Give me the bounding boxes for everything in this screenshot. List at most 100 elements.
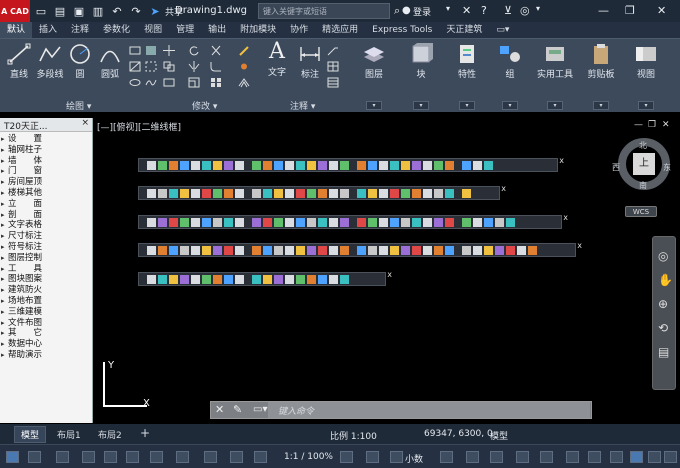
toolbar-tool-icon[interactable] (329, 160, 338, 170)
transparency-icon[interactable] (254, 451, 267, 463)
steering-wheel-icon[interactable]: ◎ (658, 249, 668, 263)
toolbar-tool-icon[interactable] (274, 188, 283, 198)
toolbar-tool-icon[interactable] (445, 160, 454, 170)
table-grid-icon[interactable] (327, 77, 339, 88)
text-button[interactable]: A 文字 (264, 41, 290, 79)
group-button[interactable]: 组 (494, 43, 526, 80)
utilities-button[interactable]: 实用工具 (534, 43, 576, 80)
side-menu-item-layer-control[interactable]: 图层控制 (0, 253, 92, 264)
isolate-icon[interactable] (610, 451, 623, 463)
toolbar-tool-icon[interactable] (252, 188, 261, 198)
toolbar-tool-icon[interactable] (180, 217, 189, 227)
arc-button[interactable]: 圆弧 (97, 43, 123, 80)
toolbar-tool-icon[interactable] (274, 217, 283, 227)
toolbar-tool-icon[interactable] (495, 217, 504, 227)
save-as-icon[interactable]: ▥ (90, 3, 106, 19)
toolbar-tool-icon[interactable] (434, 217, 443, 227)
toolbar-tool-icon[interactable] (169, 188, 178, 198)
infer-icon[interactable] (56, 451, 69, 463)
toolbar-tool-icon[interactable] (147, 188, 156, 198)
toolbar-tool-icon[interactable] (235, 188, 244, 198)
toolbar-tool-icon[interactable] (368, 217, 377, 227)
tab-collaborate[interactable]: 协作 (283, 22, 315, 38)
toolbar-tool-icon[interactable] (412, 217, 421, 227)
toolbar-tool-icon[interactable] (528, 245, 537, 255)
open-folder-icon[interactable]: ▤ (52, 3, 68, 19)
toolbar-tool-icon[interactable] (285, 245, 294, 255)
command-close-icon[interactable]: ✕ (215, 403, 224, 416)
dynamic-ucs-icon[interactable] (390, 451, 403, 463)
ortho-icon[interactable] (104, 451, 117, 463)
toolbar-tool-icon[interactable] (296, 160, 305, 170)
side-menu-item-wall[interactable]: 墙 体 (0, 156, 92, 167)
tab-featured-apps[interactable]: 精选应用 (315, 22, 365, 38)
side-menu-item-elevation[interactable]: 立 面 (0, 199, 92, 210)
tab-view[interactable]: 视图 (137, 22, 169, 38)
floating-toolbar-2[interactable]: x (138, 184, 506, 200)
toolbar-tool-icon[interactable] (169, 245, 178, 255)
toolbar-tool-icon[interactable] (285, 274, 294, 284)
isodraft-icon[interactable] (150, 451, 163, 463)
save-icon[interactable]: ▣ (71, 3, 87, 19)
wcs-menu[interactable]: WCS (625, 206, 657, 217)
toolbar-tool-icon[interactable] (329, 217, 338, 227)
side-menu-item-data-center[interactable]: 数据中心 (0, 339, 92, 350)
toolbar-tool-icon[interactable] (473, 245, 482, 255)
toolbar-tool-icon[interactable] (401, 245, 410, 255)
polyline-button[interactable]: 多段线 (35, 43, 65, 80)
toolbar-tool-icon[interactable] (274, 245, 283, 255)
dimension-button[interactable]: 标注 (297, 43, 323, 80)
toolbar-tool-icon[interactable] (202, 217, 211, 227)
ellipse-icon[interactable] (129, 77, 141, 88)
toolbar-tool-icon[interactable] (318, 160, 327, 170)
gradient-icon[interactable] (145, 45, 157, 56)
toolbar-tool-icon[interactable] (473, 160, 482, 170)
toolbar-tool-icon[interactable] (180, 245, 189, 255)
object-snap-icon[interactable] (204, 451, 217, 463)
side-menu-item-symbol[interactable]: 符号标注 (0, 242, 92, 253)
toolbar-tool-icon[interactable] (445, 188, 454, 198)
toolbar-tool-icon[interactable] (235, 160, 244, 170)
tab-express-tools[interactable]: Express Tools (365, 22, 439, 38)
toolbar-tool-icon[interactable] (462, 188, 471, 198)
toolbar-tool-icon[interactable] (180, 160, 189, 170)
polar-icon[interactable] (126, 451, 139, 463)
toolbar-5-close-icon[interactable]: x (387, 270, 392, 279)
toolbar-tool-icon[interactable] (158, 274, 167, 284)
side-menu-item-section[interactable]: 剖 面 (0, 210, 92, 221)
toolbar-tool-icon[interactable] (224, 217, 233, 227)
tab-insert[interactable]: 插入 (32, 22, 64, 38)
view-button[interactable]: 视图 (630, 43, 662, 80)
toolbar-tool-icon[interactable] (506, 245, 515, 255)
units-selector[interactable]: 小数 (405, 452, 423, 465)
command-input[interactable]: 键入命令 (268, 402, 590, 418)
viewcube-east[interactable]: 东 (663, 162, 671, 173)
toolbar-tool-icon[interactable] (180, 188, 189, 198)
help-circle-icon[interactable]: ◎ (520, 4, 530, 17)
toolbar-tool-icon[interactable] (191, 160, 200, 170)
toolbar-tool-icon[interactable] (191, 188, 200, 198)
rectangle-icon[interactable] (129, 45, 141, 56)
object-snap-tracking-icon[interactable] (176, 451, 189, 463)
toolbar-tool-icon[interactable] (169, 160, 178, 170)
toolbar-tool-icon[interactable] (357, 245, 366, 255)
toolbar-tool-icon[interactable] (357, 188, 366, 198)
side-menu-item-axis-column[interactable]: 轴网柱子 (0, 145, 92, 156)
viewcube-north[interactable]: 北 (639, 140, 647, 151)
toolbar-tool-icon[interactable] (484, 217, 493, 227)
login-dropdown-icon[interactable]: ▾ (446, 4, 450, 13)
toolbar-tool-icon[interactable] (285, 188, 294, 198)
toolbar-tool-icon[interactable] (224, 245, 233, 255)
toolbar-tool-icon[interactable] (224, 274, 233, 284)
toolbar-tool-icon[interactable] (412, 188, 421, 198)
command-recent-icon[interactable]: ▭▾ (253, 404, 267, 415)
toolbar-tool-icon[interactable] (423, 188, 432, 198)
side-menu-item-stairs[interactable]: 楼梯其他 (0, 188, 92, 199)
toolbar-tool-icon[interactable] (379, 245, 388, 255)
toolbar-tool-icon[interactable] (158, 160, 167, 170)
tab-addins[interactable]: 附加模块 (233, 22, 283, 38)
toolbar-1-close-icon[interactable]: x (559, 156, 564, 165)
new-file-icon[interactable]: ▭ (33, 3, 49, 19)
block-dropdown-icon[interactable]: ▾ (413, 101, 429, 110)
add-layout-button[interactable]: + (140, 426, 150, 440)
